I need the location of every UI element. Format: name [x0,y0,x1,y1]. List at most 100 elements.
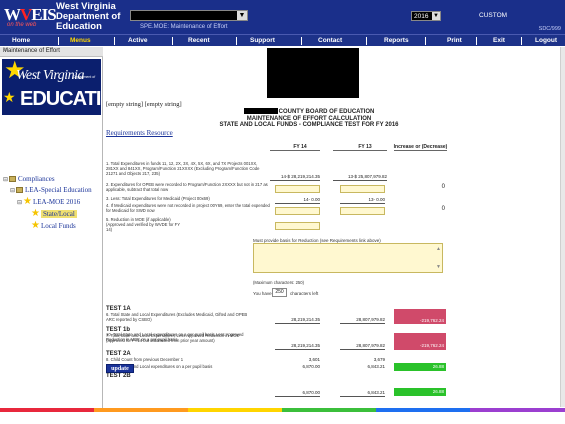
tree-label: State/Local [40,210,77,218]
row-2-fy13-input[interactable] [340,185,385,193]
row-6-change: -219,762.24 [394,309,446,324]
row-3-description: 3. Less: Total Expenditures for Medicaid… [106,196,210,201]
scroll-down-icon[interactable]: ▼ [436,264,441,270]
star-icon: ★ [31,220,40,231]
chevron-down-icon: ▼ [432,12,440,20]
wveis-logo[interactable]: WVEIS on the web [4,5,57,31]
characters-left-count: 250 [272,288,287,297]
vertical-scrollbar[interactable] [560,47,565,407]
nav-separator [476,37,477,45]
app-window: WVEIS on the web West Virginia Departmen… [0,0,565,424]
nav-support[interactable]: Support [250,35,275,47]
row-2-fy14-input[interactable] [275,185,320,193]
nav-bar: Home Menus Active Recent Support Contact… [0,34,565,46]
sidebar-header: Maintenance of Effort × [0,47,103,57]
row-8-fy14: 3,601 [308,357,320,362]
row-3-fy14: 14- 0.00 [303,197,320,202]
footer-color-bar [0,408,565,412]
row-2-description: 2. Expenditures for OPEB were recorded t… [106,182,268,192]
folder-icon [9,176,16,182]
nav-separator [301,37,302,45]
nav-reports[interactable]: Reports [384,35,409,47]
nav-separator [236,37,237,45]
logo-subtitle: on the web [7,22,37,28]
nav-separator [425,37,426,45]
row-6-fy14: 28,219,214.35 [291,317,320,322]
underline [340,349,385,350]
dept-line-3: Education [56,21,102,32]
tree-label: LEA-MOE 2016 [32,198,81,206]
row-8-fy13: 3,679 [373,357,385,362]
update-button[interactable]: update [106,364,134,373]
nav-recent[interactable]: Recent [188,35,210,47]
heading-line-3: STATE AND LOCAL FUNDS - COMPLIANCE TEST … [219,122,399,128]
row-8-description: 8. Child Count from previous December 1 [106,357,184,362]
row-10-container: 10. Total State and Local expenditures o… [105,332,465,400]
tree-node-lea-special-education[interactable]: ⊟ LEA-Special Education [10,186,92,196]
reduction-reason-textarea[interactable]: ▲ ▼ [253,243,443,273]
chevron-down-icon: ▼ [237,11,247,20]
department-name: West Virginia Department of Education [56,2,120,32]
underline [270,180,320,181]
row-1-fy13: 13-$ 25,807,979.82 [347,174,387,179]
nav-home[interactable]: Home [12,35,30,47]
folder-icon [16,187,23,193]
row-5-description: 5. Reduction in MOE (if applicable) (App… [106,217,180,232]
row-1-description: 1. Total Expenditures in funds 11, 12, 2… [106,161,260,176]
row-9-change: 26.88 [394,363,446,371]
banner-education: EDUCATION [20,88,101,110]
row-5-fy14-input[interactable] [275,222,320,230]
nav-logout[interactable]: Logout [535,35,557,47]
requirements-resource-link[interactable]: Requirements Resource [106,129,173,137]
underline [340,203,385,204]
nav-menus[interactable]: Menus [70,35,91,47]
nav-separator [114,37,115,45]
redacted-county-logo [267,48,359,98]
tree-label: Compliances [18,175,55,183]
year-value: 2016 [414,13,429,20]
close-icon[interactable]: × [3,47,100,54]
tree-node-compliances[interactable]: ⊟ Compliances [3,175,55,185]
nav-separator [521,37,522,45]
row-1-fy14: 14-$ 28,219,214.35 [280,174,320,179]
nav-print[interactable]: Print [447,35,462,47]
star-icon: ★ [31,208,40,219]
organization-select[interactable]: ▼ [130,10,248,21]
row-7-fy14: 28,219,214.35 [291,343,320,348]
nav-separator [58,37,59,45]
row-4-fy14-input[interactable] [275,207,320,215]
star-icon: ★ [23,196,32,207]
tree-node-local-funds[interactable]: ★Local Funds [31,221,76,231]
underline [333,180,387,181]
row-9-fy13: 6,843.21 [367,364,385,369]
row-4-fy13-input[interactable] [340,207,385,215]
nav-contact[interactable]: Contact [318,35,342,47]
year-select[interactable]: 2016 ▼ [411,11,441,21]
nav-active[interactable]: Active [128,35,148,47]
underline [340,323,385,324]
tree-node-state-local[interactable]: ★ State/Local [31,209,77,219]
underline [275,349,320,350]
header: WVEIS on the web West Virginia Departmen… [0,0,565,34]
empty-string-text: [empty string] [empty string] [106,101,182,108]
version-label: SDC/999 [538,26,561,32]
col-underline [333,150,387,151]
tree-node-lea-moe-2016[interactable]: ⊟★LEA-MOE 2016 [17,197,80,208]
custom-label: CUSTOM [479,12,508,19]
you-have-label: You have [253,291,272,296]
tree-label: LEA-Special Education [25,186,92,194]
banner-dept: Department of [73,75,96,79]
row-7-fy13: 28,807,979.82 [356,343,385,348]
test-2b-heading: TEST 2B [106,373,131,379]
col-underline [270,150,320,151]
row-2-change: 0 [441,184,445,190]
row-4-change: 0 [441,206,445,212]
sidebar: Maintenance of Effort × ★ ★ West Virgini… [0,47,103,408]
redacted-county-name [243,108,278,114]
underline [275,203,320,204]
wv-education-banner: ★ ★ West Virginia Department of EDUCATIO… [2,59,101,115]
nav-exit[interactable]: Exit [493,35,505,47]
row-6-fy13: 28,807,979.82 [356,317,385,322]
scroll-up-icon[interactable]: ▲ [436,246,441,252]
col-underline [394,150,447,151]
